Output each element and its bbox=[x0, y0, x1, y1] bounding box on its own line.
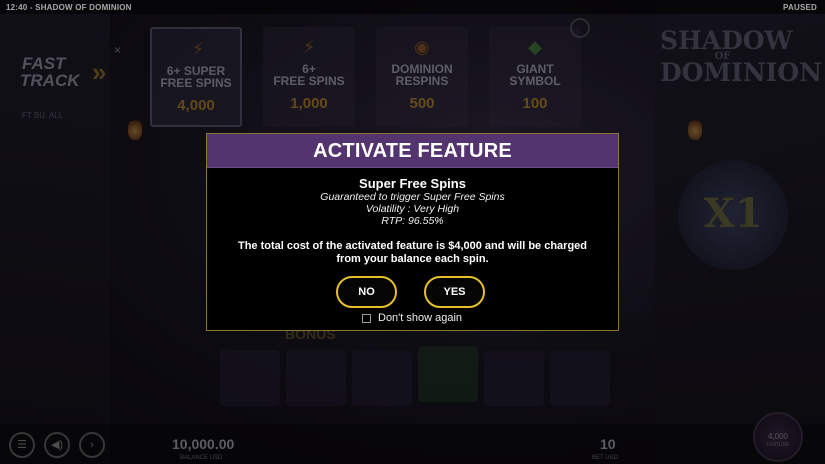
cost-notice-line1: The total cost of the activated feature … bbox=[237, 240, 588, 252]
dont-show-again-label: Don't show again bbox=[378, 312, 463, 324]
cost-notice-line2: from your balance each spin. bbox=[336, 253, 489, 265]
activate-feature-dialog: ACTIVATE FEATURE Super Free Spins Guaran… bbox=[206, 133, 619, 331]
yes-button[interactable]: YES bbox=[424, 276, 485, 308]
feature-rtp: RTP: 96.55% bbox=[381, 215, 444, 227]
dont-show-again-checkbox[interactable] bbox=[362, 314, 371, 323]
feature-volatility: Volatility : Very High bbox=[365, 203, 460, 215]
feature-name: Super Free Spins bbox=[359, 176, 466, 191]
no-button[interactable]: NO bbox=[336, 276, 397, 308]
dialog-title: ACTIVATE FEATURE bbox=[207, 134, 618, 168]
cost-notice: The total cost of the activated feature … bbox=[217, 240, 608, 266]
feature-guarantee: Guaranteed to trigger Super Free Spins bbox=[320, 191, 505, 203]
